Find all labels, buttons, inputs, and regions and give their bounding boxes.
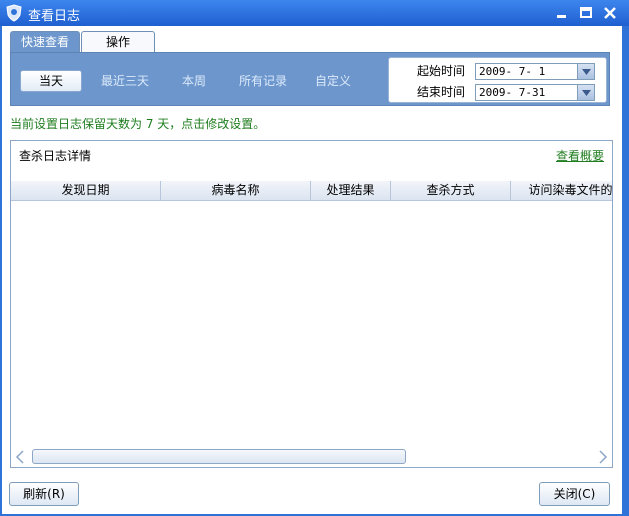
- column-header-virus-name[interactable]: 病毒名称: [161, 181, 311, 200]
- filter-bar: 当天 最近三天 本周 所有记录 自定义 起始时间 2009- 7- 1 结束时间…: [10, 52, 610, 106]
- end-date-value: 2009- 7-31: [479, 86, 546, 99]
- shield-icon: [6, 4, 22, 22]
- filter-all-records-button[interactable]: 所有记录: [233, 70, 293, 92]
- log-details-panel: 查杀日志详情 查看概要 发现日期 病毒名称 处理结果 查杀方式 访问染毒文件的: [10, 140, 613, 468]
- panel-title: 查杀日志详情: [19, 149, 92, 163]
- column-header-detect-date[interactable]: 发现日期: [11, 181, 161, 200]
- title-bar[interactable]: 查看日志: [0, 0, 629, 26]
- horizontal-scrollbar[interactable]: [12, 448, 611, 466]
- log-viewer-window: 查看日志 快速查看 操作 当天 最近三天 本周 所有记录 自定义 起始时间 20…: [0, 0, 629, 516]
- start-date-dropdown[interactable]: [577, 64, 594, 79]
- date-range-box: 起始时间 2009- 7- 1 结束时间 2009- 7-31: [388, 57, 607, 103]
- start-date-value: 2009- 7- 1: [479, 65, 546, 78]
- window-title: 查看日志: [28, 9, 81, 24]
- view-summary-link[interactable]: 查看概要: [556, 147, 604, 164]
- scroll-left-icon[interactable]: [14, 450, 26, 464]
- start-date-picker[interactable]: 2009- 7- 1: [475, 63, 595, 80]
- table-header: 发现日期 病毒名称 处理结果 查杀方式 访问染毒文件的: [11, 181, 612, 201]
- tab-quick-view[interactable]: 快速查看: [10, 31, 80, 53]
- log-retention-notice[interactable]: 当前设置日志保留天数为 7 天，点击修改设置。: [10, 115, 265, 132]
- refresh-button[interactable]: 刷新(R): [9, 482, 79, 506]
- close-button[interactable]: 关闭(C): [539, 482, 610, 506]
- window-client-area: 快速查看 操作 当天 最近三天 本周 所有记录 自定义 起始时间 2009- 7…: [2, 26, 622, 514]
- column-header-infected-file[interactable]: 访问染毒文件的: [511, 181, 612, 200]
- filter-last-3-days-button[interactable]: 最近三天: [93, 70, 157, 92]
- end-date-label: 结束时间: [417, 85, 466, 99]
- filter-today-button[interactable]: 当天: [20, 70, 82, 92]
- log-table-body[interactable]: [11, 201, 612, 447]
- minimize-icon[interactable]: [552, 4, 572, 22]
- start-date-label: 起始时间: [417, 64, 466, 78]
- filter-custom-button[interactable]: 自定义: [311, 70, 355, 92]
- scrollbar-thumb[interactable]: [32, 449, 406, 464]
- column-header-scan-method[interactable]: 查杀方式: [391, 181, 511, 200]
- close-icon[interactable]: [600, 4, 620, 22]
- end-date-picker[interactable]: 2009- 7-31: [475, 84, 595, 101]
- end-date-dropdown[interactable]: [577, 85, 594, 100]
- chevron-down-icon: [581, 68, 591, 75]
- column-header-result[interactable]: 处理结果: [311, 181, 391, 200]
- scroll-right-icon[interactable]: [597, 450, 609, 464]
- maximize-icon[interactable]: [576, 4, 596, 22]
- chevron-down-icon: [581, 89, 591, 96]
- tab-operations[interactable]: 操作: [81, 31, 155, 53]
- filter-this-week-button[interactable]: 本周: [174, 70, 214, 92]
